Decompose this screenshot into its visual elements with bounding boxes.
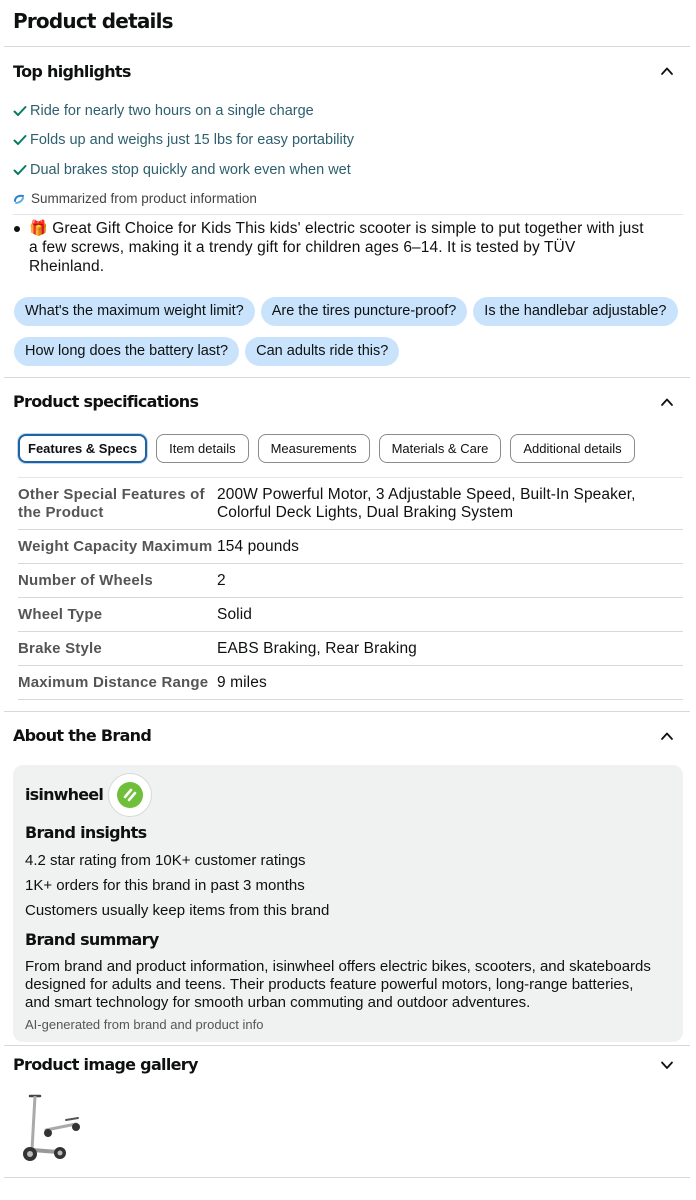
question-chip[interactable]: What's the maximum weight limit? xyxy=(14,296,255,326)
chevron-up-icon[interactable] xyxy=(660,729,674,743)
spec-label: Maximum Distance Range xyxy=(18,673,209,691)
ai-generated-note: AI-generated from brand and product info xyxy=(25,1016,264,1032)
summary-note: Summarized from product information xyxy=(0,185,682,213)
brand-identity[interactable]: isinwheel xyxy=(25,772,153,817)
tab-additional-details[interactable]: Additional details xyxy=(510,433,635,463)
chevron-down-icon[interactable] xyxy=(660,1058,674,1072)
brand-name[interactable]: isinwheel xyxy=(25,785,104,804)
spec-value: 9 miles xyxy=(217,673,267,691)
page-title: Product details xyxy=(13,9,174,33)
spec-label: Weight Capacity Maximum xyxy=(18,537,213,555)
check-icon xyxy=(13,164,27,175)
insight-item: 1K+ orders for this brand in past 3 mont… xyxy=(25,876,305,894)
scooter-thumbnail[interactable] xyxy=(18,1090,88,1166)
spec-value: 200W Powerful Motor, 3 Adjustable Speed,… xyxy=(217,485,636,521)
spec-value: 2 xyxy=(217,571,226,589)
spec-label: Number of Wheels xyxy=(18,571,153,589)
brand-summary-title: Brand summary xyxy=(25,929,159,949)
brand-section-title: About the Brand xyxy=(13,726,152,745)
brand-summary-text: From brand and product information, isin… xyxy=(25,957,651,1011)
highlight-text: Dual brakes stop quickly and work even w… xyxy=(30,161,351,178)
chevron-up-icon[interactable] xyxy=(660,395,674,409)
chevron-up-icon[interactable] xyxy=(660,64,674,78)
insight-item: 4.2 star rating from 10K+ customer ratin… xyxy=(25,851,306,869)
specs-title: Product specifications xyxy=(13,392,199,411)
gallery-thumbnails xyxy=(0,1090,682,1171)
question-row: What's the maximum weight limit? Are the… xyxy=(14,296,682,326)
table-row: Number of Wheels 2 xyxy=(18,564,683,598)
highlights-list: Ride for nearly two hours on a single ch… xyxy=(0,95,682,213)
divider xyxy=(4,1176,690,1178)
brand-logo[interactable] xyxy=(108,772,153,817)
specs-table: Other Special Features of the Product 20… xyxy=(18,478,683,700)
gallery-title: Product image gallery xyxy=(13,1055,198,1074)
spec-value: EABS Braking, Rear Braking xyxy=(217,639,417,657)
suggested-questions: What's the maximum weight limit? Are the… xyxy=(0,296,682,366)
check-icon xyxy=(13,105,27,116)
tab-features-specs[interactable]: Features & Specs xyxy=(18,433,148,463)
question-chip[interactable]: Can adults ride this? xyxy=(245,336,400,366)
gift-icon: 🎁 xyxy=(29,219,48,237)
brand-header[interactable]: About the Brand xyxy=(0,712,682,760)
spec-label: Wheel Type xyxy=(18,605,103,623)
ai-sparkle-icon xyxy=(14,194,24,204)
highlight-item: Folds up and weighs just 15 lbs for easy… xyxy=(0,126,682,156)
table-row: Maximum Distance Range 9 miles xyxy=(18,666,683,700)
highlight-item: Ride for nearly two hours on a single ch… xyxy=(0,96,682,126)
question-chip[interactable]: Is the handlebar adjustable? xyxy=(473,296,678,326)
feature-bullet-text: Great Gift Choice for Kids This kids' el… xyxy=(29,219,644,275)
feature-bullet: 🎁 Great Gift Choice for Kids This kids' … xyxy=(0,215,682,276)
brand-card: isinwheel Brand insights 4.2 star rating… xyxy=(13,764,683,1042)
specs-tabs: Features & Specs Item details Measuremen… xyxy=(0,433,682,463)
bullet-dot xyxy=(14,225,20,232)
table-row: Other Special Features of the Product 20… xyxy=(18,478,683,530)
specs-header[interactable]: Product specifications xyxy=(0,378,682,426)
tab-materials-care[interactable]: Materials & Care xyxy=(378,433,502,463)
isinwheel-logo-icon xyxy=(117,781,144,808)
highlight-text: Ride for nearly two hours on a single ch… xyxy=(30,102,314,119)
tab-measurements[interactable]: Measurements xyxy=(257,433,370,463)
spec-value: Solid xyxy=(217,605,252,623)
spec-label: Other Special Features of the Product xyxy=(18,485,205,521)
tab-item-details[interactable]: Item details xyxy=(156,433,249,463)
summary-note-text: Summarized from product information xyxy=(31,191,257,206)
highlight-item: Dual brakes stop quickly and work even w… xyxy=(0,155,682,185)
brand-insights-title: Brand insights xyxy=(25,822,147,842)
question-chip[interactable]: Are the tires puncture-proof? xyxy=(260,296,468,326)
table-row: Brake Style EABS Braking, Rear Braking xyxy=(18,632,683,666)
gallery-header[interactable]: Product image gallery xyxy=(0,1046,682,1084)
top-highlights-header[interactable]: Top highlights xyxy=(0,47,682,95)
table-row: Weight Capacity Maximum 154 pounds xyxy=(18,530,683,564)
top-highlights-title: Top highlights xyxy=(13,61,131,81)
spec-value: 154 pounds xyxy=(217,537,300,555)
table-row: Wheel Type Solid xyxy=(18,598,683,632)
check-icon xyxy=(13,135,27,146)
spec-label: Brake Style xyxy=(18,639,102,657)
question-row: How long does the battery last? Can adul… xyxy=(14,336,682,366)
brand-insights-list: 4.2 star rating from 10K+ customer ratin… xyxy=(25,848,329,923)
insight-item: Customers usually keep items from this b… xyxy=(25,901,330,919)
question-chip[interactable]: How long does the battery last? xyxy=(14,336,240,366)
highlight-text: Folds up and weighs just 15 lbs for easy… xyxy=(30,132,355,149)
